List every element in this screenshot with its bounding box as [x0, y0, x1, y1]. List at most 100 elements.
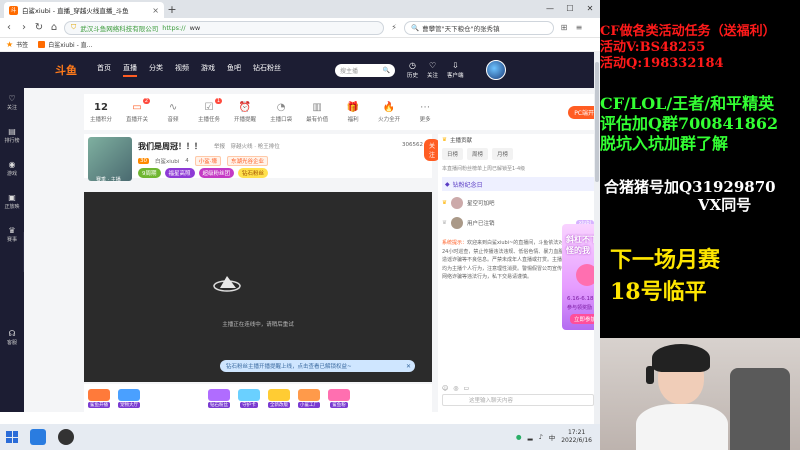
client-button[interactable]: ⇩ 客户端: [447, 61, 464, 79]
input-language[interactable]: 中: [549, 432, 556, 442]
rail-label: 正放映: [4, 204, 20, 210]
clock[interactable]: 17:21 2022/6/16: [561, 429, 592, 445]
url-org: 武汉斗鱼网络科技有限公司: [80, 24, 159, 33]
back-icon[interactable]: ‹: [4, 22, 14, 33]
minimize-icon[interactable]: —: [540, 0, 560, 18]
room-pill[interactable]: 9周期: [138, 168, 161, 178]
search-icon: 🔍: [411, 23, 420, 32]
url-input[interactable]: ⛉ 武汉斗鱼网络科技有限公司 https:// ww: [64, 20, 384, 35]
room-pill[interactable]: 超级粉丝团: [198, 168, 235, 178]
rail-item-follow[interactable]: ♡ 关注: [7, 94, 17, 111]
windows-start-icon[interactable]: [6, 431, 18, 443]
extensions-icon[interactable]: ⊞: [559, 23, 569, 32]
toolbar-label: 主播任务: [198, 116, 221, 123]
nav-diamond-fans[interactable]: 钻石粉丝: [253, 63, 281, 77]
toolbar-tasks[interactable]: 1 ☑ 主播任务: [198, 97, 223, 123]
gift-item[interactable]: 鲨鱼开播: [88, 388, 110, 408]
gift-item[interactable]: 钻石粉丝: [208, 388, 230, 408]
new-tab-button[interactable]: +: [164, 2, 180, 18]
rail-item-support[interactable]: ☊ 客服: [7, 329, 17, 346]
network-icon[interactable]: ▂: [528, 433, 533, 441]
nav-yuba[interactable]: 鱼吧: [227, 63, 241, 77]
room-cover-avatar[interactable]: 赛季 · 主播: [88, 137, 132, 183]
refresh-icon[interactable]: ↻: [34, 22, 44, 33]
tab-month[interactable]: 月榜: [492, 148, 514, 160]
gift-item[interactable]: 小鲨工厂: [298, 388, 320, 408]
toolbar-firepower[interactable]: 🔥 火力全开: [378, 102, 400, 123]
volume-icon[interactable]: ♪: [539, 433, 543, 441]
douyu-header: 斗鱼 首页 直播 分类 视频 游戏 鱼吧 钻石粉丝 搜主播 🔍 ◷ 历史 ♡ 关注 …: [0, 52, 600, 88]
site-search-input[interactable]: 搜主播 🔍: [335, 63, 395, 77]
close-tab-icon[interactable]: ×: [152, 6, 159, 15]
rail-item-games[interactable]: ◉ 游戏: [7, 160, 17, 177]
badge-icon[interactable]: ◎: [453, 385, 458, 392]
forward-icon[interactable]: ›: [19, 22, 29, 33]
toolbar-pocket[interactable]: ◔ 主播口袋: [270, 102, 292, 123]
rail-item-showing[interactable]: ▣ 正放映: [4, 193, 19, 210]
toolbar-welfare[interactable]: 🎁 福利: [342, 102, 364, 123]
rail-item-rank[interactable]: ▤ 排行榜: [4, 127, 19, 144]
bookmarks-folder[interactable]: ★ 书签: [6, 40, 28, 49]
close-window-icon[interactable]: ✕: [580, 0, 600, 18]
room-badge[interactable]: 东湖光谷企业: [227, 156, 269, 166]
menu-icon[interactable]: ≡: [574, 23, 584, 32]
room-pill[interactable]: 钻石粉丝: [238, 168, 269, 178]
nav-games[interactable]: 游戏: [201, 63, 215, 77]
nav-category[interactable]: 分类: [149, 63, 163, 77]
live-switch-icon: ▭: [132, 101, 142, 113]
diamond-anniversary[interactable]: ◆ 钻粉纪念日: [442, 177, 594, 191]
search-text: 曹攀管"天下粮仓"的张秀镇: [422, 24, 500, 33]
list-item[interactable]: ♛ 星空可加吧: [438, 193, 598, 213]
history-button[interactable]: ◷ 历史: [407, 61, 418, 79]
scrollbar-thumb[interactable]: [595, 62, 599, 182]
toolbar-reminder[interactable]: ⏰ 开播提醒: [234, 102, 256, 123]
tab-week[interactable]: 周榜: [467, 148, 489, 160]
close-icon[interactable]: ✕: [406, 363, 411, 370]
gift-label: 守护卡: [240, 401, 258, 408]
emoji-icon[interactable]: ☺: [442, 385, 448, 392]
bookmark-item[interactable]: 白鲨xiubi - 直...: [38, 40, 92, 49]
douyu-logo[interactable]: 斗鱼: [55, 62, 97, 78]
toolbar-points[interactable]: 12 主播积分: [90, 102, 112, 123]
gift-item[interactable]: 鲨鱼粉: [328, 388, 350, 408]
toolbar-label: 直播开关: [126, 116, 149, 123]
wechat-icon[interactable]: ●: [516, 433, 522, 441]
follow-button[interactable]: ♡ 关注: [427, 61, 438, 79]
lightning-icon[interactable]: ⚡: [389, 23, 399, 32]
report-link[interactable]: 举报 穿越火线 · 枪王排位: [214, 142, 280, 150]
streamer-name[interactable]: 白鲨xiubi: [155, 157, 179, 165]
obs-app-icon[interactable]: [58, 429, 74, 445]
video-player[interactable]: 主播正在连线中，请稍后重试 钻石粉丝主播开播提醒上线，点击查看已解锁权益~ ✕: [84, 192, 432, 382]
nav-home[interactable]: 首页: [97, 63, 111, 77]
toolbar-mvp[interactable]: ▥ 最有价值: [306, 102, 328, 123]
gift-icon[interactable]: ▭: [464, 385, 470, 392]
home-icon[interactable]: ⌂: [49, 22, 59, 33]
search-icon[interactable]: 🔍: [383, 67, 390, 74]
browser-search-input[interactable]: 🔍 曹攀管"天下粮仓"的张秀镇: [404, 20, 554, 35]
nav-live[interactable]: 直播: [123, 63, 137, 77]
rail-item-events[interactable]: ♛ 赛事: [7, 226, 17, 243]
room-pills: 9周期 福星高照 超级粉丝团 钻石粉丝: [138, 168, 269, 178]
streamer-hair: [652, 344, 710, 372]
avatar: [450, 197, 463, 209]
user-avatar[interactable]: [485, 60, 506, 80]
rail-label: 赛事: [6, 237, 17, 243]
gift-item[interactable]: 宠物大厅: [118, 388, 140, 408]
header-icons: ◷ 历史 ♡ 关注 ⇩ 客户端: [407, 61, 464, 79]
room-pill[interactable]: 福星高照: [164, 168, 195, 178]
browser-app-icon[interactable]: [30, 429, 46, 445]
maximize-icon[interactable]: ☐: [560, 0, 580, 18]
browser-tab[interactable]: 斗 白鲨xiubi - 直播_穿越火线直播_斗鱼 ×: [4, 2, 164, 18]
toolbar-more[interactable]: ⋯ 更多: [414, 102, 436, 123]
diamond-fans-banner[interactable]: 钻石粉丝主播开播提醒上线，点击查看已解锁权益~ ✕: [220, 360, 415, 372]
tab-day[interactable]: 日榜: [442, 148, 464, 160]
toolbar-audio[interactable]: ∿ 音频: [162, 102, 184, 123]
chat-input[interactable]: 这里输入聊天内容: [442, 394, 594, 406]
nav-video[interactable]: 视频: [175, 63, 189, 77]
banner-text: 钻石粉丝主播开播提醒上线，点击查看已解锁权益~: [226, 364, 352, 370]
gift-item[interactable]: 守护卡: [238, 388, 260, 408]
toolbar-live-switch[interactable]: 2 ▭ 直播开关: [126, 97, 151, 123]
room-badge[interactable]: 小鲨·壕: [194, 156, 222, 166]
gift-item[interactable]: 全新改版: [268, 388, 290, 408]
headset-icon: [646, 366, 654, 384]
